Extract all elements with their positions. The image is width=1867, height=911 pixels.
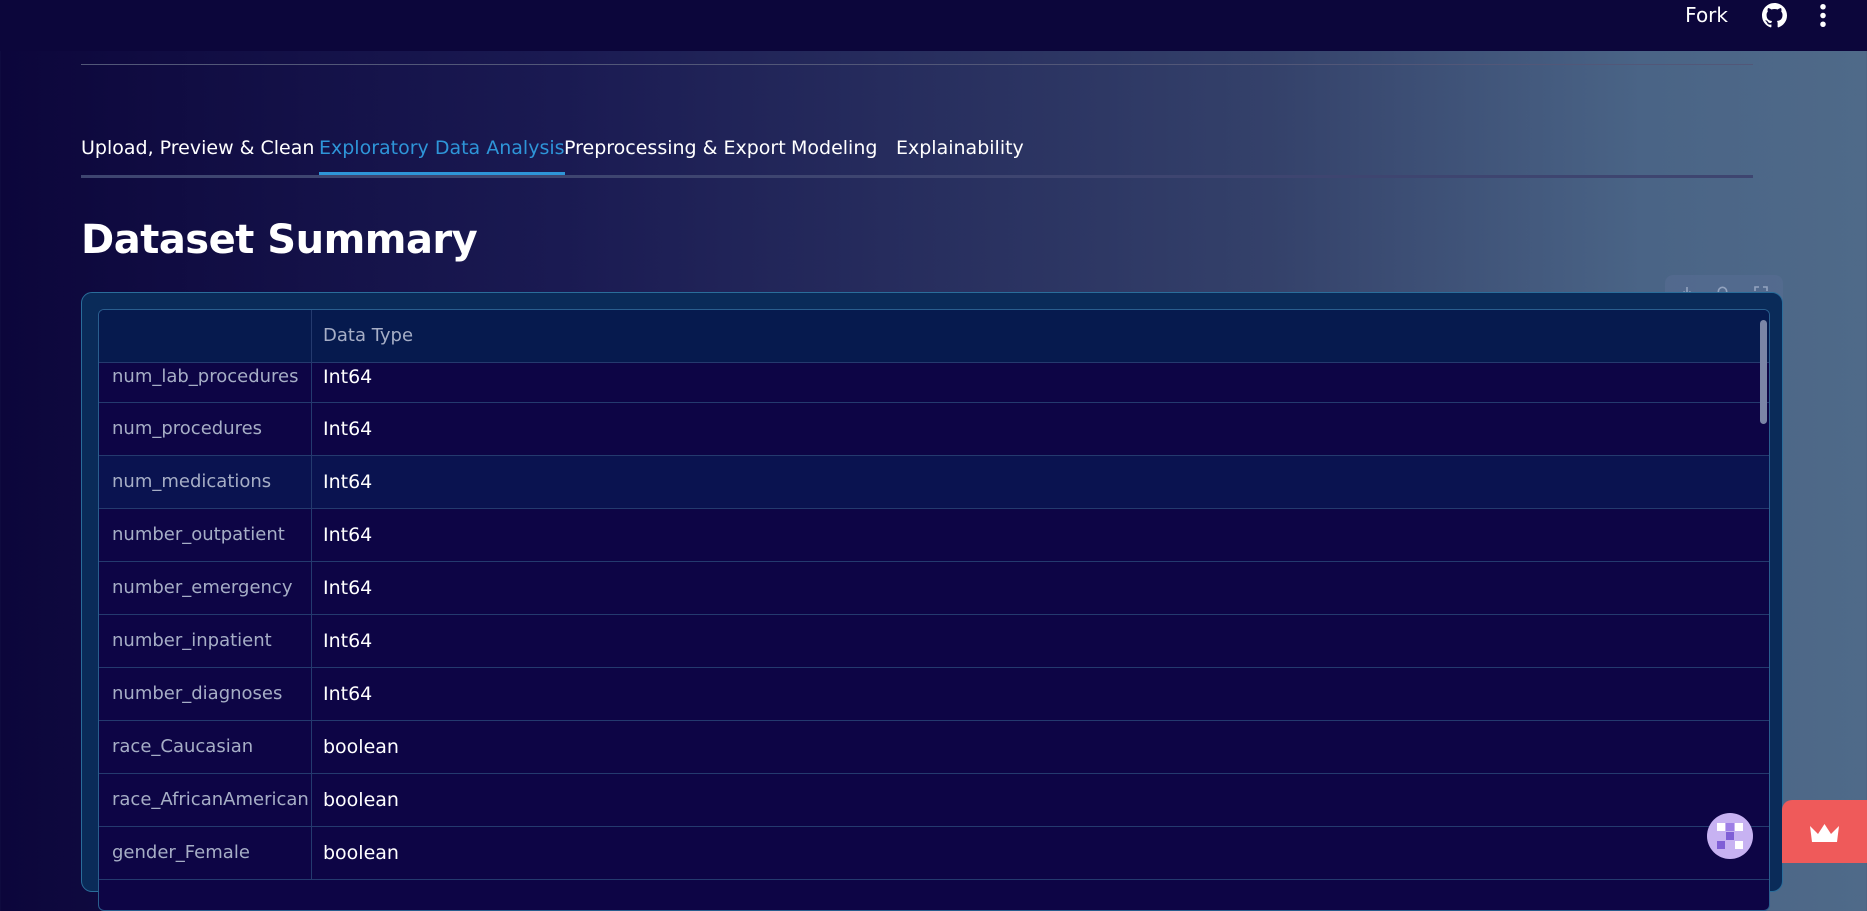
github-icon[interactable] — [1762, 3, 1787, 28]
row-index: num_medications — [99, 456, 312, 508]
avatar-pattern-icon — [1717, 823, 1743, 849]
dataframe-container: Data Type num_lab_procedures Int64 num_p… — [81, 292, 1783, 911]
top-divider — [81, 64, 1753, 65]
tab-bar: Upload, Preview & Clean Exploratory Data… — [81, 124, 1753, 178]
row-value: Int64 — [323, 577, 373, 599]
tab-modeling[interactable]: Modeling — [791, 130, 877, 172]
row-index: race_Caucasian — [99, 721, 312, 773]
crown-icon — [1810, 824, 1839, 842]
more-vertical-icon[interactable] — [1817, 3, 1829, 28]
row-value: Int64 — [323, 366, 373, 388]
table-row[interactable]: num_medications Int64 — [99, 456, 1769, 509]
table-row[interactable]: num_procedures Int64 — [99, 403, 1769, 456]
row-value: Int64 — [323, 471, 373, 493]
streamlit-badge[interactable] — [1782, 800, 1867, 863]
row-index: race_AfricanAmerican — [99, 774, 312, 826]
table-row[interactable]: number_inpatient Int64 — [99, 615, 1769, 668]
row-index: number_inpatient — [99, 615, 312, 667]
app-header: Fork — [0, 0, 1867, 51]
row-value: Int64 — [323, 683, 373, 705]
table-row[interactable]: race_AfricanAmerican boolean — [99, 774, 1769, 827]
row-index: num_procedures — [99, 403, 312, 455]
table-row[interactable]: number_outpatient Int64 — [99, 509, 1769, 562]
row-value: boolean — [323, 736, 399, 758]
column-header-data-type[interactable]: Data Type — [323, 310, 413, 362]
row-value: boolean — [323, 842, 399, 864]
row-value: Int64 — [323, 418, 373, 440]
row-index: num_lab_procedures — [99, 363, 312, 402]
tab-exploratory-data-analysis[interactable]: Exploratory Data Analysis — [319, 130, 565, 175]
row-index: number_emergency — [99, 562, 312, 614]
table-row[interactable]: race_Caucasian boolean — [99, 721, 1769, 774]
header-index-cell — [99, 310, 312, 362]
row-value: Int64 — [323, 524, 373, 546]
tab-upload-preview-clean[interactable]: Upload, Preview & Clean — [81, 130, 314, 172]
row-index: number_diagnoses — [99, 668, 312, 720]
row-value: boolean — [323, 789, 399, 811]
tab-explainability[interactable]: Explainability — [896, 130, 1024, 172]
avatar[interactable] — [1707, 813, 1753, 859]
row-index: number_outpatient — [99, 509, 312, 561]
tab-preprocessing-export[interactable]: Preprocessing & Export — [564, 130, 786, 172]
dataframe-grid[interactable]: Data Type num_lab_procedures Int64 num_p… — [98, 309, 1770, 911]
table-row[interactable]: num_lab_procedures Int64 — [99, 363, 1769, 403]
table-row[interactable]: gender_Female boolean — [99, 827, 1769, 880]
row-value: Int64 — [323, 630, 373, 652]
fork-link[interactable]: Fork — [1685, 0, 1728, 30]
table-row[interactable]: number_diagnoses Int64 — [99, 668, 1769, 721]
table-header-row: Data Type — [99, 310, 1769, 363]
vertical-scrollbar[interactable] — [1760, 320, 1767, 424]
table-row[interactable]: number_emergency Int64 — [99, 562, 1769, 615]
row-index: gender_Female — [99, 827, 312, 879]
page-title: Dataset Summary — [81, 217, 478, 263]
